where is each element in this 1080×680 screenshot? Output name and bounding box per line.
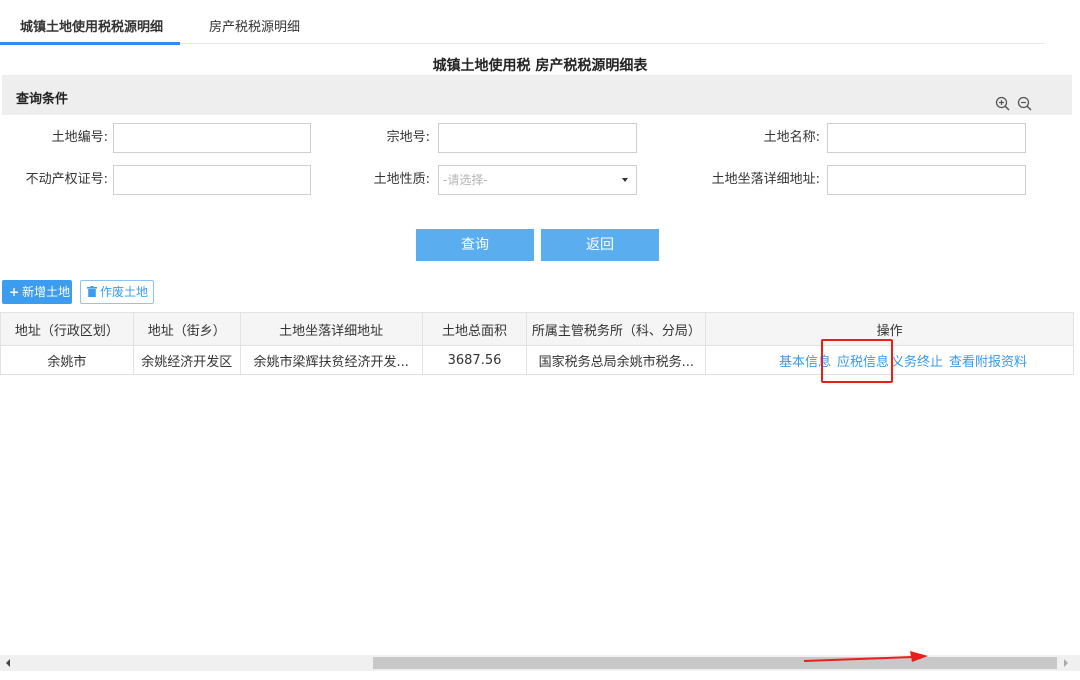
land-no-label: 土地编号:	[51, 130, 108, 145]
void-land-button[interactable]: 作废土地	[80, 280, 154, 304]
cell-region: 余姚市	[0, 345, 134, 375]
land-nature-label: 土地性质:	[373, 172, 430, 187]
land-nature-placeholder: -请选择-	[443, 173, 488, 187]
taxable-info-link[interactable]: 应税信息	[837, 355, 889, 370]
zoom-in-icon[interactable]	[994, 95, 1012, 113]
land-name-label: 土地名称:	[763, 130, 820, 145]
table-row: 余姚市 余姚经济开发区 余姚市梁辉扶贫经济开发... 3687.56 国家税务总…	[0, 345, 1074, 375]
header-actions: 操作	[705, 312, 1074, 346]
scroll-left-arrow-icon[interactable]	[6, 659, 10, 667]
query-title: 查询条件	[16, 92, 69, 107]
search-button[interactable]: 查询	[416, 229, 534, 261]
cell-area: 3687.56	[421, 345, 528, 375]
scroll-right-arrow-icon[interactable]	[1064, 659, 1068, 667]
tab-bar: 城镇土地使用税税源明细 房产税税源明细	[0, 0, 1044, 45]
cell-street: 余姚经济开发区	[132, 345, 241, 375]
land-address-input[interactable]	[827, 165, 1026, 195]
plus-icon: +	[9, 285, 20, 299]
horizontal-scrollbar[interactable]	[0, 655, 1080, 671]
basic-info-link[interactable]: 基本信息	[779, 355, 831, 370]
tab-property-tax[interactable]: 房产税税源明细	[209, 16, 300, 35]
header-area: 土地总面积	[421, 312, 528, 346]
header-street: 地址（街乡）	[132, 312, 241, 346]
land-address-label: 土地坐落详细地址:	[711, 172, 820, 187]
view-attachments-link[interactable]: 查看附报资料	[949, 355, 1027, 370]
void-land-label: 作废土地	[100, 285, 149, 299]
query-header: 查询条件	[2, 75, 1072, 115]
property-cert-input[interactable]	[113, 165, 311, 195]
property-cert-label: 不动产权证号:	[25, 172, 108, 187]
cell-tax-office: 国家税务总局余姚市税务...	[526, 345, 707, 375]
page-title: 城镇土地使用税 房产税税源明细表	[432, 58, 648, 74]
add-land-button[interactable]: + 新增土地	[2, 280, 72, 304]
back-button[interactable]: 返回	[541, 229, 659, 261]
table-header-row: 地址（行政区划） 地址（街乡） 土地坐落详细地址 土地总面积 所属主管税务所（科…	[0, 312, 1074, 346]
land-source-table: 地址（行政区划） 地址（街乡） 土地坐落详细地址 土地总面积 所属主管税务所（科…	[0, 312, 1074, 375]
cell-address: 余姚市梁辉扶贫经济开发...	[239, 345, 423, 375]
chevron-down-icon	[622, 178, 628, 182]
land-nature-select[interactable]: -请选择-	[438, 165, 637, 195]
header-address: 土地坐落详细地址	[239, 312, 423, 346]
active-tab-indicator	[0, 42, 180, 45]
cell-actions: 基本信息 应税信息 义务终止 查看附报资料	[705, 345, 1074, 375]
parcel-no-input[interactable]	[438, 123, 637, 153]
scrollbar-thumb[interactable]	[373, 657, 1057, 669]
header-tax-office: 所属主管税务所（科、分局）	[526, 312, 707, 346]
zoom-out-icon[interactable]	[1016, 95, 1034, 113]
add-land-label: 新增土地	[22, 285, 71, 299]
land-name-input[interactable]	[827, 123, 1026, 153]
header-region: 地址（行政区划）	[0, 312, 134, 346]
parcel-no-label: 宗地号:	[386, 130, 430, 145]
obligation-termination-link[interactable]: 义务终止	[891, 355, 943, 370]
land-no-input[interactable]	[113, 123, 311, 153]
trash-icon	[87, 286, 97, 297]
tab-land-use-tax[interactable]: 城镇土地使用税税源明细	[20, 16, 163, 35]
